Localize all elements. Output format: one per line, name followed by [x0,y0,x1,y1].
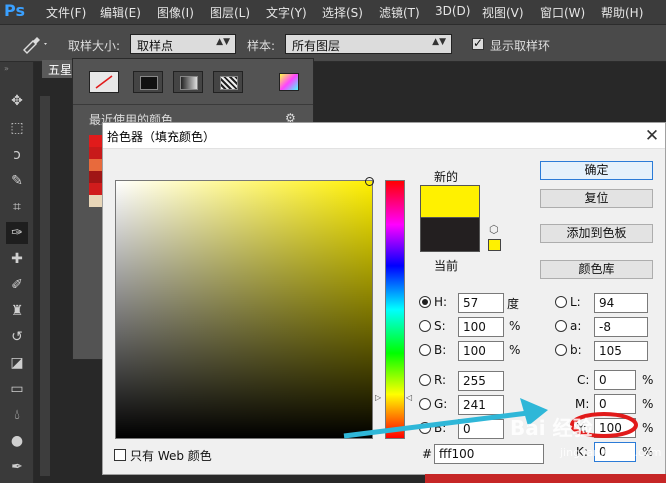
watermark-url: jingyan.baidu.com [560,446,662,459]
tutorial-annotations [343,398,638,439]
background-red-strip [425,474,666,483]
watermark-logo: Bai 经验 [510,416,593,440]
annotation-arrow-line [343,410,529,439]
